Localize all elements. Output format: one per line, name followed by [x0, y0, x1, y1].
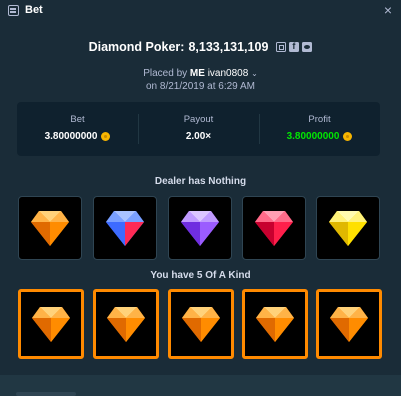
gem-icon — [329, 211, 367, 246]
gem-card — [93, 289, 159, 359]
bet-id: 8,133,131,109 — [188, 40, 269, 54]
gem-icon — [106, 211, 144, 246]
btc-coin-icon — [343, 132, 353, 141]
gem-card — [242, 289, 308, 359]
username-link[interactable]: ivan0808 — [208, 68, 249, 79]
close-icon[interactable]: × — [384, 2, 392, 18]
stat-payout-value: 2.00× — [185, 131, 212, 142]
btc-coin-icon — [101, 132, 111, 141]
gem-icon — [31, 211, 69, 246]
gem-icon — [182, 307, 220, 342]
stat-bet-label: Bet — [70, 114, 85, 125]
bet-header: Diamond Poker: 8,133,131,109 — [0, 40, 401, 54]
stat-payout: Payout 2.00× — [138, 102, 259, 156]
gem-card — [168, 289, 234, 359]
me-badge: ME — [189, 68, 205, 79]
gem-icon — [107, 307, 145, 342]
gem-icon — [330, 307, 368, 342]
twitter-icon[interactable] — [302, 42, 313, 52]
stat-profit: Profit 3.80000000 — [259, 102, 380, 156]
modal-header: Bet × — [0, 0, 401, 22]
gem-icon — [32, 307, 70, 342]
gem-card — [18, 289, 84, 359]
dealer-hand-label: Dealer has Nothing — [154, 176, 247, 187]
stat-bet-value: 3.80000000 — [44, 131, 98, 142]
facebook-icon[interactable] — [289, 41, 300, 52]
stat-profit-label: Profit — [308, 114, 331, 125]
chevron-down-icon[interactable]: ⌄ — [251, 69, 258, 78]
bottom-section — [0, 375, 401, 396]
placed-by: Placed by ME ivan0808 ⌄ — [0, 68, 401, 79]
gem-icon — [256, 307, 294, 342]
placed-by-prefix: Placed by — [143, 68, 188, 79]
bet-slip-icon — [8, 5, 19, 16]
gem-card — [93, 196, 157, 260]
section-title-placeholder — [16, 392, 76, 396]
modal-title: Bet — [25, 4, 43, 16]
copy-icon[interactable] — [276, 42, 287, 52]
game-name: Diamond Poker: — [88, 40, 185, 54]
stat-payout-label: Payout — [183, 114, 214, 125]
stat-bet: Bet 3.80000000 — [17, 102, 138, 156]
gem-card — [168, 196, 232, 260]
gem-card — [242, 196, 306, 260]
stat-profit-value: 3.80000000 — [286, 131, 340, 142]
gem-card — [316, 196, 380, 260]
bet-date: on 8/21/2019 at 6:29 AM — [146, 81, 255, 92]
gem-card — [316, 289, 382, 359]
bet-stats-panel: Bet 3.80000000 Payout 2.00× Profit 3.800… — [17, 102, 380, 156]
gem-icon — [255, 211, 293, 246]
gem-icon — [181, 211, 219, 246]
player-hand-label: You have 5 Of A Kind — [150, 270, 251, 281]
gem-card — [18, 196, 82, 260]
